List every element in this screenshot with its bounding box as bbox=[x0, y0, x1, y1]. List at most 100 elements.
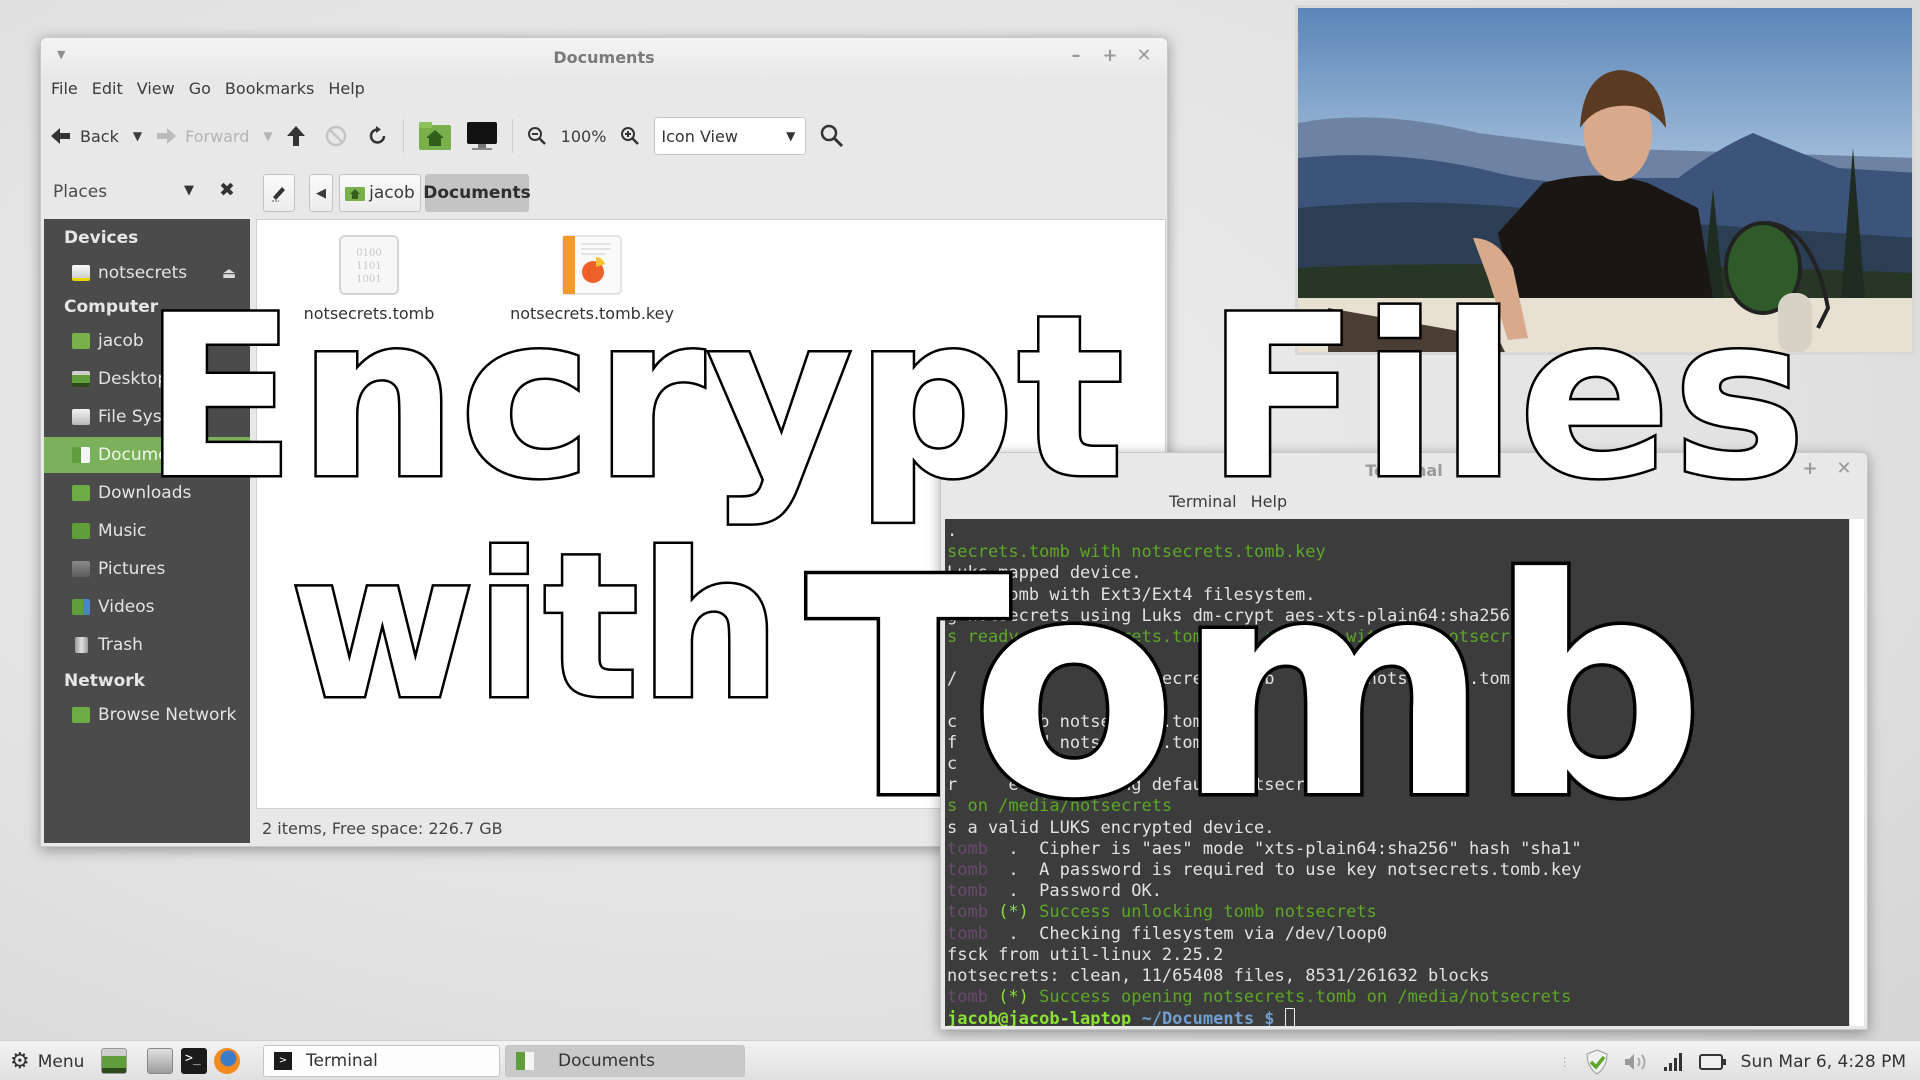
taskbar-window-label: Documents bbox=[558, 1051, 655, 1071]
sidebar-item-browse-network[interactable]: Browse Network bbox=[44, 697, 250, 733]
terminal-text: Success unlocking tomb notsecrets bbox=[1039, 902, 1377, 923]
forward-label: Forward bbox=[185, 126, 250, 146]
taskbar-window-label: Terminal bbox=[306, 1051, 378, 1071]
sidebar-item-label: Videos bbox=[98, 597, 155, 617]
edit-location-button[interactable] bbox=[263, 174, 295, 212]
status-bar: 2 items, Free space: 226.7 GB bbox=[262, 819, 503, 838]
zoom-out-button[interactable] bbox=[527, 126, 547, 146]
toolbar: Back ▼ Forward ▼ 100% Icon View ▼ bbox=[51, 108, 858, 164]
breadcrumb-documents[interactable]: Documents bbox=[423, 174, 531, 212]
terminal-text: . Password OK. bbox=[987, 881, 1162, 902]
menu-view[interactable]: View bbox=[137, 76, 183, 102]
downloads-folder-icon bbox=[72, 485, 90, 501]
breadcrumb-scroll-left[interactable]: ◀ bbox=[309, 174, 333, 212]
terminal-text: (*) bbox=[987, 987, 1040, 1008]
breadcrumb-label: jacob bbox=[369, 183, 415, 203]
sidebar-item-label: Music bbox=[98, 521, 147, 541]
documents-folder-icon bbox=[516, 1052, 534, 1070]
minimize-icon[interactable]: – bbox=[1067, 45, 1085, 66]
view-mode-select[interactable]: Icon View ▼ bbox=[654, 117, 807, 155]
sidebar-item-pictures[interactable]: Pictures bbox=[44, 551, 250, 587]
back-button[interactable]: Back ▼ bbox=[51, 127, 142, 146]
terminal-text: (*) bbox=[987, 902, 1040, 923]
sidebar-item-label: Browse Network bbox=[98, 705, 237, 725]
terminal-line: tomb (*) Success unlocking tomb notsecre… bbox=[947, 902, 1850, 923]
back-label: Back bbox=[80, 126, 119, 146]
back-history-chevron-icon[interactable]: ▼ bbox=[133, 129, 142, 143]
terminal-icon: > bbox=[274, 1052, 292, 1070]
up-button[interactable] bbox=[286, 126, 305, 146]
up-arrow-icon bbox=[286, 126, 305, 146]
pencil-icon bbox=[272, 187, 285, 202]
terminal-launcher-icon[interactable]: >_ bbox=[181, 1048, 207, 1074]
computer-icon bbox=[466, 122, 497, 150]
zoom-in-icon bbox=[621, 127, 640, 145]
sidebar-mode-label[interactable]: Places bbox=[53, 182, 107, 202]
terminal-prefix: tomb bbox=[947, 987, 988, 1008]
scrollbar[interactable] bbox=[1849, 519, 1864, 1026]
menu-bar: File Edit View Go Bookmarks Help bbox=[41, 76, 379, 102]
prompt-path: ~/Documents $ bbox=[1131, 1009, 1285, 1026]
search-button[interactable] bbox=[820, 124, 844, 148]
menu-help[interactable]: Help bbox=[328, 76, 372, 102]
title-bar[interactable]: ▼ Documents – + ✕ bbox=[41, 38, 1167, 76]
reload-button[interactable] bbox=[367, 125, 389, 147]
close-icon[interactable]: ✕ bbox=[1135, 45, 1153, 66]
overlay-title-with: with bbox=[287, 511, 783, 744]
taskbar-window-documents[interactable]: Documents bbox=[505, 1045, 745, 1077]
forward-button[interactable]: Forward ▼ bbox=[156, 127, 273, 146]
maximize-icon[interactable]: + bbox=[1101, 45, 1119, 66]
close-sidebar-icon[interactable]: ✖ bbox=[219, 179, 235, 201]
back-arrow-icon bbox=[51, 128, 70, 144]
videos-folder-icon bbox=[72, 599, 90, 615]
update-manager-shield-icon[interactable] bbox=[1585, 1049, 1609, 1075]
view-mode-value: Icon View bbox=[661, 126, 738, 146]
start-menu-button[interactable]: ⚙ Menu bbox=[10, 1049, 84, 1074]
sidebar-heading-devices: Devices bbox=[64, 228, 139, 248]
location-row: Places ▼ ✖ ◀ jacob Documents bbox=[41, 170, 1167, 216]
svg-text:0100: 0100 bbox=[356, 248, 381, 259]
menu-go[interactable]: Go bbox=[189, 76, 219, 102]
terminal-line: notsecrets: clean, 11/65408 files, 8531/… bbox=[947, 966, 1850, 987]
volume-icon[interactable] bbox=[1623, 1052, 1649, 1072]
text-cursor bbox=[1284, 1008, 1295, 1026]
reload-icon bbox=[369, 126, 385, 144]
close-icon[interactable]: ✕ bbox=[1835, 458, 1853, 479]
breadcrumb-jacob[interactable]: jacob bbox=[339, 174, 421, 212]
network-signal-icon[interactable] bbox=[1663, 1052, 1685, 1072]
sidebar-item-label: Trash bbox=[98, 635, 143, 655]
start-menu-label: Menu bbox=[37, 1051, 85, 1072]
home-button[interactable] bbox=[418, 121, 452, 151]
forward-arrow-icon bbox=[157, 128, 177, 144]
firefox-launcher-icon[interactable] bbox=[214, 1048, 240, 1074]
terminal-text: . Checking filesystem via /dev/loop0 bbox=[987, 923, 1388, 944]
overlay-title-line1: Encrypt Files bbox=[141, 267, 1809, 528]
zoom-out-icon bbox=[527, 127, 546, 145]
sidebar-heading-network: Network bbox=[64, 671, 145, 691]
terminal-prefix: tomb bbox=[947, 902, 988, 923]
sidebar-item-videos[interactable]: Videos bbox=[44, 589, 250, 625]
file-manager-launcher-icon[interactable] bbox=[147, 1048, 173, 1074]
terminal-prefix: tomb bbox=[947, 923, 988, 944]
sidebar-item-trash[interactable]: Trash bbox=[44, 627, 250, 663]
stop-icon bbox=[325, 125, 346, 147]
documents-folder-icon bbox=[72, 447, 90, 463]
terminal-prompt[interactable]: jacob@jacob-laptop ~/Documents $ bbox=[947, 1008, 1850, 1026]
sidebar-mode-chevron-icon[interactable]: ▼ bbox=[184, 183, 194, 198]
forward-history-chevron-icon[interactable]: ▼ bbox=[263, 129, 272, 143]
desktop-icon bbox=[72, 371, 90, 387]
taskbar-window-terminal[interactable]: > Terminal bbox=[263, 1045, 500, 1077]
menu-file[interactable]: File bbox=[51, 76, 86, 102]
gear-icon: ⚙ bbox=[10, 1049, 30, 1074]
menu-bookmarks[interactable]: Bookmarks bbox=[225, 76, 322, 102]
battery-icon[interactable] bbox=[1698, 1053, 1727, 1071]
terminal-line: fsck from util-linux 2.25.2 bbox=[947, 945, 1850, 966]
computer-button[interactable] bbox=[466, 121, 498, 151]
clock[interactable]: Sun Mar 6, 4:28 PM bbox=[1741, 1052, 1906, 1072]
toolbar-separator bbox=[511, 119, 513, 153]
zoom-in-button[interactable] bbox=[620, 126, 640, 146]
filesystem-icon bbox=[72, 409, 90, 425]
stop-button[interactable] bbox=[325, 125, 347, 147]
show-desktop-icon[interactable] bbox=[101, 1048, 127, 1074]
menu-edit[interactable]: Edit bbox=[92, 76, 131, 102]
